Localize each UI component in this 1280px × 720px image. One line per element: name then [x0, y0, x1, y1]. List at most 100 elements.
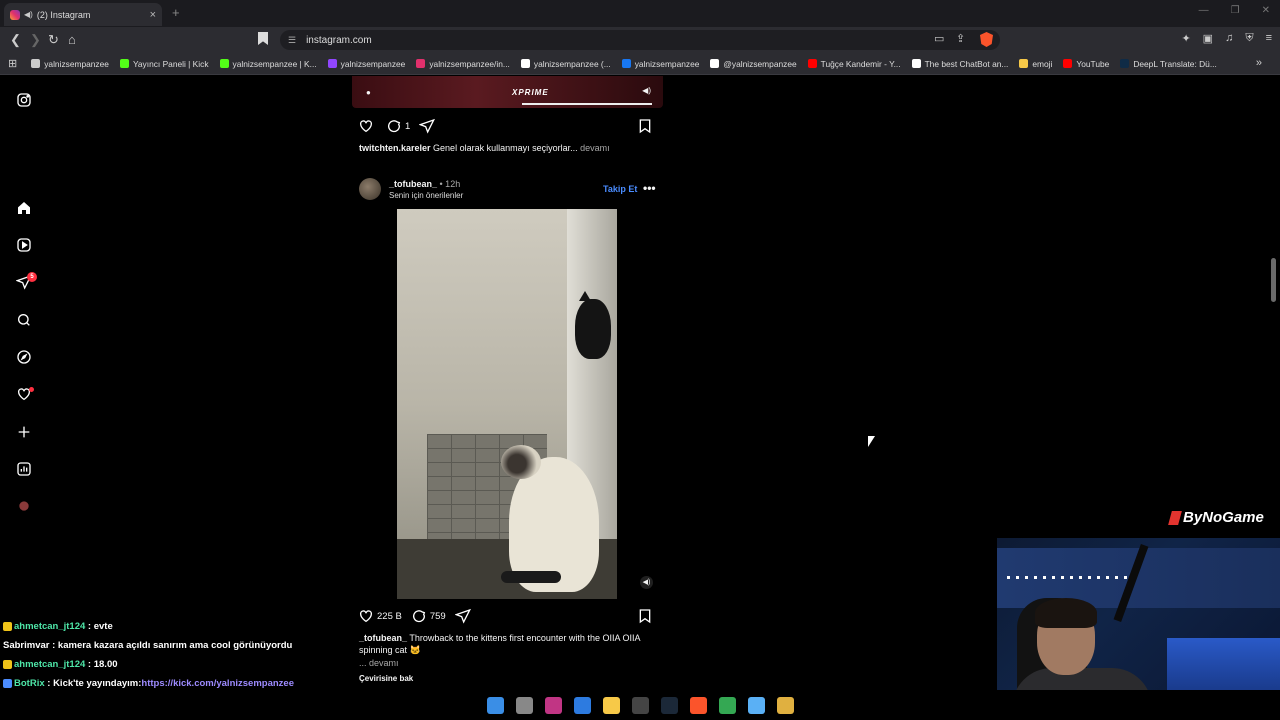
more-options-icon[interactable]: ••• [643, 181, 656, 195]
search-icon[interactable] [16, 312, 32, 328]
post1-actions: 1 [358, 117, 658, 135]
menu-icon[interactable]: ≡ [1266, 32, 1272, 45]
share-icon[interactable]: ⇪ [956, 32, 965, 45]
share-icon[interactable] [454, 608, 474, 624]
bookmark-item[interactable]: yalnizsempanzee (... [520, 59, 611, 69]
username-text[interactable]: _tofubean_ [389, 179, 437, 189]
bookmark-favicon-icon [416, 59, 426, 68]
black-cat-figure [575, 291, 611, 359]
bookmark-favicon-icon [327, 59, 337, 68]
bookmark-favicon-icon [520, 59, 530, 68]
brave-icon[interactable] [689, 696, 707, 714]
bookmark-label: yalnizsempanzee [340, 58, 406, 69]
home-icon[interactable]: ⌂ [68, 32, 76, 47]
windows-start-icon[interactable] [486, 696, 504, 714]
chrome-icon[interactable] [718, 696, 736, 714]
translate-link[interactable]: Çevirisine bak [359, 673, 659, 685]
obs-icon[interactable] [631, 696, 649, 714]
notepad-icon[interactable] [747, 696, 765, 714]
bookmark-favicon-icon [119, 59, 129, 68]
forward-icon[interactable]: ❯ [30, 32, 41, 48]
bookmark-item[interactable]: DeepL Translate: Dü... [1120, 59, 1217, 69]
bookmark-favicon-icon [710, 59, 720, 68]
messages-badge: 5 [27, 272, 37, 282]
like-icon[interactable] [358, 118, 377, 134]
back-icon[interactable]: ❮ [10, 32, 21, 48]
caption-username[interactable]: twitchten.kareler [359, 143, 431, 153]
bookmark-item[interactable]: yalnizsempanzee [31, 59, 109, 69]
bookmark-favicon-icon [31, 59, 41, 68]
close-window-icon[interactable]: ✕ [1262, 5, 1270, 16]
reload-icon[interactable]: ↻ [48, 32, 59, 48]
bookmark-item[interactable]: yalnizsempanzee/in... [416, 59, 510, 69]
tab-audio-icon[interactable]: ◀) [24, 10, 33, 19]
address-bar[interactable]: ☰ instagram.com [280, 30, 1000, 50]
bookmark-item[interactable]: Tuğçe Kandemir - Y... [807, 59, 901, 69]
minimize-icon[interactable]: — [1199, 5, 1209, 16]
follow-button[interactable]: Takip Et [603, 184, 637, 194]
dashboard-icon[interactable] [16, 461, 32, 477]
bookmark-item[interactable]: The best ChatBot an... [911, 58, 1009, 69]
page-scrollbar[interactable] [1271, 258, 1276, 302]
bookmark-favicon-icon [911, 59, 921, 68]
bookmarks-overflow-icon[interactable]: » [1256, 57, 1262, 69]
bookmark-item[interactable]: yalnizsempanzee | K... [219, 59, 317, 69]
bookmark-favicon-icon [621, 59, 631, 68]
bookmark-item[interactable]: yalnizsempanzee [621, 58, 700, 69]
brand-logo-icon [1168, 510, 1182, 525]
post1-media[interactable]: ● XPRIME ◀) [352, 76, 663, 108]
bookmark-label: emoji [1032, 58, 1053, 69]
new-tab-button[interactable]: + [172, 5, 180, 20]
share-icon[interactable] [419, 118, 438, 134]
media-icon[interactable]: ♫ [1225, 32, 1233, 45]
photos-icon[interactable] [573, 696, 591, 714]
profile-avatar-icon[interactable] [16, 498, 32, 514]
vpn-icon[interactable]: ⛨ [1245, 32, 1253, 45]
file-explorer-icon[interactable] [602, 696, 620, 714]
app-icon[interactable] [776, 696, 794, 714]
bookmark-item[interactable]: Yayıncı Paneli | Kick [119, 59, 209, 69]
site-settings-icon[interactable]: ☰ [288, 35, 296, 46]
tab-close-icon[interactable]: × [150, 9, 156, 21]
bookmark-item[interactable]: emoji [1019, 59, 1052, 69]
post1-speaker-icon[interactable]: ◀) [642, 86, 651, 95]
create-plus-icon[interactable] [16, 424, 32, 440]
post-time: • 12h [439, 179, 461, 189]
bookmark-item[interactable]: @yalnizsempanzee [710, 59, 797, 69]
bookmark-label: yalnizsempanzee [634, 58, 700, 69]
bookmark-icon[interactable] [258, 32, 268, 45]
post-username[interactable]: _tofubean_ • 12h [389, 179, 460, 189]
steam-icon[interactable] [660, 696, 678, 714]
user-tag-icon[interactable]: ● [366, 88, 371, 97]
cast-icon[interactable]: ▭ [934, 32, 944, 45]
avatar[interactable] [359, 178, 381, 200]
comment-icon[interactable]: 1 [386, 118, 410, 134]
video-sound-icon[interactable]: ◀) [640, 576, 653, 589]
save-bookmark-icon[interactable] [637, 118, 656, 137]
explore-icon[interactable] [16, 349, 32, 365]
maximize-icon[interactable]: ❐ [1231, 5, 1240, 16]
reels-icon[interactable] [16, 237, 32, 253]
post1-media-logo: XPRIME [512, 88, 549, 97]
snipping-icon[interactable] [544, 696, 562, 714]
instagram-logo-icon[interactable] [16, 92, 32, 108]
tab-title: (2) Instagram [36, 9, 91, 20]
video-content [397, 209, 617, 599]
extensions-icon[interactable]: ✦ [1181, 32, 1190, 45]
comment-count[interactable]: 759 [430, 611, 446, 622]
comment-icon[interactable]: 759 [411, 608, 446, 624]
bookmark-item[interactable]: yalnizsempanzee [327, 58, 406, 69]
caption-more-link[interactable]: devamı [580, 143, 610, 153]
browser-tab[interactable]: ◀) (2) Instagram × [4, 3, 162, 26]
wallet-icon[interactable]: ▣ [1203, 32, 1213, 45]
post1-progress [522, 103, 652, 105]
caption-more-link[interactable]: ... devamı [359, 657, 659, 669]
home-nav-icon[interactable] [16, 200, 32, 216]
apps-grid-icon[interactable]: ⊞ [8, 57, 17, 70]
post2-video[interactable]: ◀) [352, 209, 663, 599]
bookmark-item[interactable]: YouTube [1063, 59, 1109, 69]
bookmark-favicon-icon [1120, 59, 1130, 68]
save-bookmark-icon[interactable] [637, 608, 656, 627]
task-view-icon[interactable] [515, 696, 533, 714]
bookmark-label: The best ChatBot an... [924, 58, 1009, 69]
